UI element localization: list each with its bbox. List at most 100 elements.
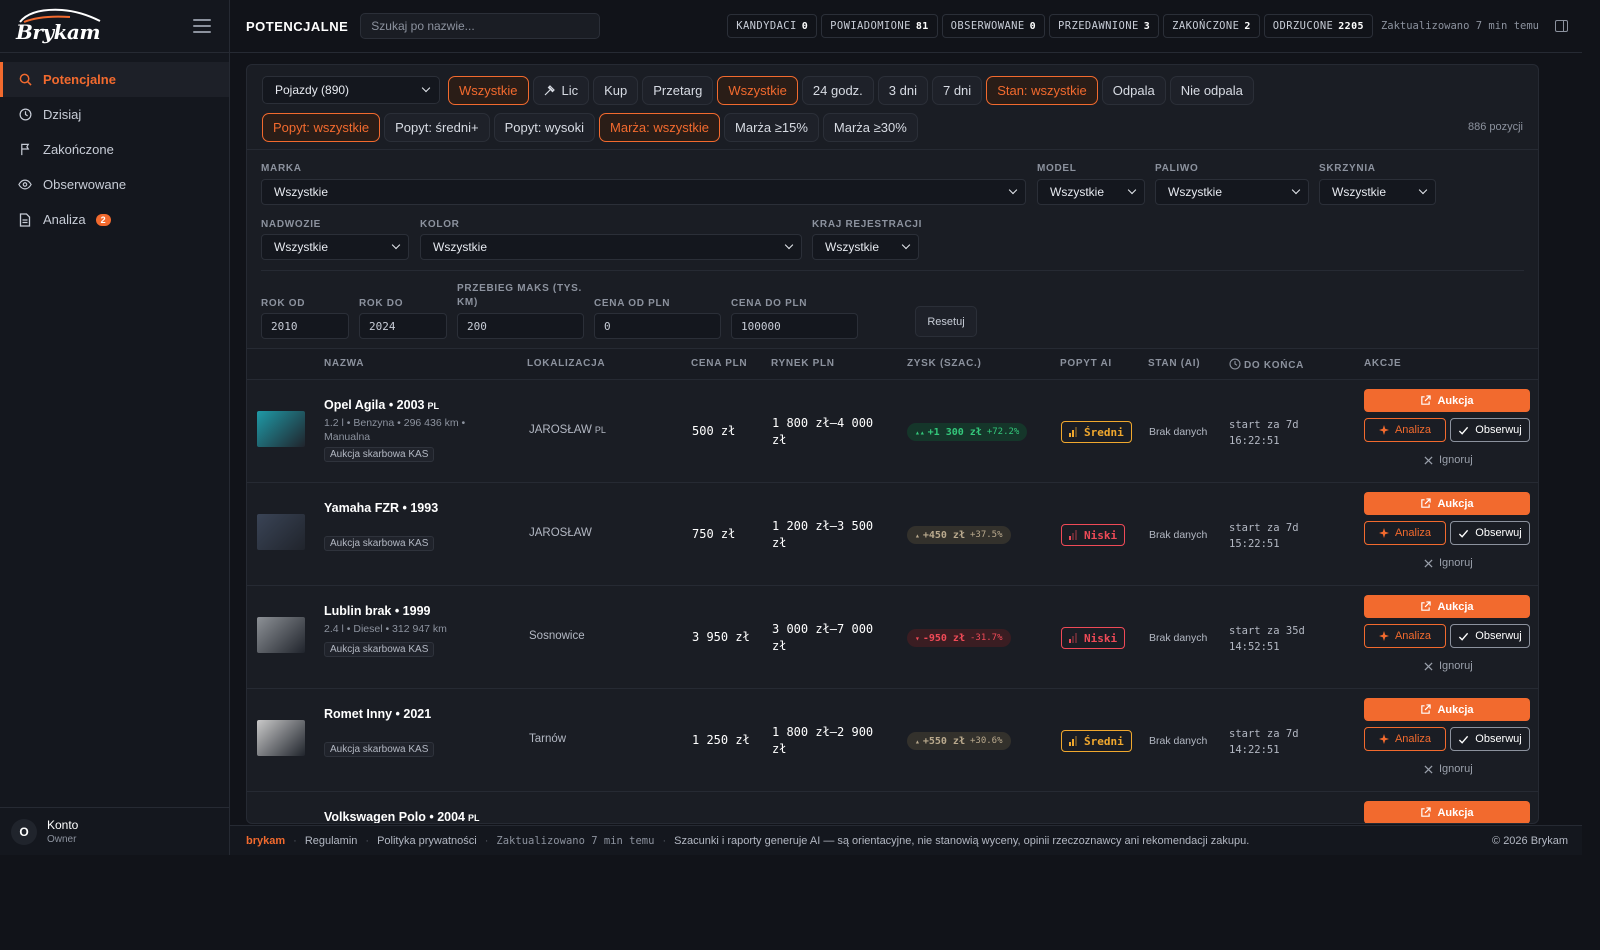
auction-button[interactable]: Aukcja	[1364, 595, 1530, 618]
stats-bar: KANDYDACI 0 POWIADOMIONE 81 OBSERWOWANE 0 PRZE…	[723, 14, 1373, 38]
filter-chip[interactable]: Lic	[532, 75, 590, 105]
column-header[interactable]: NAZWA	[324, 358, 364, 369]
observe-button[interactable]: Obserwuj	[1450, 418, 1530, 442]
column-header[interactable]: POPYT AI	[1060, 358, 1112, 369]
model-select[interactable]: Wszystkie	[1037, 179, 1145, 205]
close-icon	[1424, 455, 1433, 465]
kraj-select[interactable]: Wszystkie	[812, 234, 919, 260]
sidebar-item-analiza[interactable]: Analiza 2	[0, 202, 229, 237]
filter-chip[interactable]: Wszystkie	[448, 75, 529, 105]
column-header[interactable]: DO KOŃCA	[1229, 358, 1304, 371]
skrzynia-select[interactable]: Wszystkie	[1319, 179, 1436, 205]
column-header[interactable]: LOKALIZACJA	[527, 358, 605, 369]
stat-zakończone[interactable]: ZAKOŃCZONE 2	[1163, 14, 1260, 38]
terms-link[interactable]: Regulamin	[305, 835, 358, 847]
price: 500 zł	[692, 424, 736, 438]
ignore-button[interactable]: Ignoruj	[1424, 555, 1473, 571]
filter-chip[interactable]: Marża: wszystkie	[599, 112, 721, 142]
menu-toggle-icon[interactable]	[193, 19, 211, 33]
auction-button[interactable]: Aukcja	[1364, 389, 1530, 412]
stat-label: PRZEDAWNIONE	[1058, 20, 1139, 32]
table-row[interactable]: Romet Inny • 2021 Aukcja skarbowa KAS Tarn…	[247, 689, 1538, 792]
filter-chip[interactable]: Przetarg	[642, 75, 714, 105]
location: JAROSŁAW	[529, 527, 592, 539]
vehicle-name[interactable]: Opel Agila • 2003 PL	[324, 398, 439, 412]
cena-od-input[interactable]	[594, 313, 721, 339]
panel-toggle-icon[interactable]	[1555, 20, 1568, 32]
vehicle-thumbnail[interactable]	[257, 617, 305, 653]
observe-button[interactable]: Obserwuj	[1450, 521, 1530, 545]
time-remaining: start za 7d 14:22:51	[1229, 726, 1299, 758]
vehicle-name[interactable]: Volkswagen Polo • 2004 PL	[324, 810, 480, 823]
column-header[interactable]: ZYSK (SZAC.)	[907, 358, 982, 369]
rok-od-input[interactable]	[261, 313, 349, 339]
vehicle-thumbnail[interactable]	[257, 720, 305, 756]
column-header[interactable]: RYNEK PLN	[771, 358, 835, 369]
privacy-link[interactable]: Polityka prywatności	[377, 835, 477, 847]
filter-chip[interactable]: 3 dni	[877, 75, 928, 105]
filter-chip[interactable]: Popyt: wysoki	[493, 112, 596, 142]
table-row[interactable]: Opel Agila • 2003 PL 1.2 l • Benzyna • 296…	[247, 380, 1538, 483]
vehicle-thumbnail[interactable]	[257, 823, 305, 824]
stat-kandydaci[interactable]: KANDYDACI 0	[727, 14, 818, 38]
stat-obserwowane[interactable]: OBSERWOWANE 0	[941, 14, 1046, 38]
column-header[interactable]: AKCJE	[1364, 358, 1401, 369]
filter-chip[interactable]: Nie odpala	[1169, 75, 1254, 105]
account[interactable]: O Konto Owner	[0, 807, 229, 855]
search-input[interactable]	[360, 13, 601, 39]
filter-chip[interactable]: 7 dni	[931, 75, 983, 105]
sidebar-item-zakończone[interactable]: Zakończone	[0, 132, 229, 167]
table-row[interactable]: Yamaha FZR • 1993 Aukcja skarbowa KAS JARO…	[247, 483, 1538, 586]
column-header[interactable]: STAN (AI)	[1148, 358, 1200, 369]
vehicle-thumbnail[interactable]	[257, 514, 305, 550]
auction-button[interactable]: Aukcja	[1364, 698, 1530, 721]
filter-chip[interactable]: Popyt: średni+	[384, 112, 490, 142]
observe-button[interactable]: Obserwuj	[1450, 727, 1530, 751]
vehicle-name[interactable]: Yamaha FZR • 1993	[324, 501, 438, 515]
sidebar-item-dzisiaj[interactable]: Dzisiaj	[0, 97, 229, 132]
cena-do-input[interactable]	[731, 313, 858, 339]
stat-odrzucone[interactable]: ODRZUCONE 2205	[1263, 14, 1373, 38]
filter-chip[interactable]: Kup	[593, 75, 639, 105]
analysis-button[interactable]: Analiza	[1364, 727, 1446, 751]
ignore-button[interactable]: Ignoruj	[1424, 658, 1473, 674]
observe-button[interactable]: Obserwuj	[1450, 624, 1530, 648]
sidebar-item-potencjalne[interactable]: Potencjalne	[0, 62, 229, 97]
table-row[interactable]: Lublin brak • 1999 2.4 l • Diesel • 312 9…	[247, 586, 1538, 689]
ignore-button[interactable]: Ignoruj	[1424, 761, 1473, 777]
ignore-button[interactable]: Ignoruj	[1424, 452, 1473, 468]
filter-chip[interactable]: Odpala	[1101, 75, 1166, 105]
auction-button[interactable]: Aukcja	[1364, 801, 1530, 823]
auction-button[interactable]: Aukcja	[1364, 492, 1530, 515]
przebieg-input[interactable]	[457, 313, 584, 339]
kolor-select[interactable]: Wszystkie	[420, 234, 802, 260]
rok-do-input[interactable]	[359, 313, 447, 339]
filter-chip[interactable]: Wszystkie	[717, 75, 798, 105]
column-header[interactable]: CENA PLN	[691, 358, 747, 369]
logo[interactable]: Brykam	[14, 6, 101, 46]
vehicle-thumbnail[interactable]	[257, 411, 305, 447]
vehicle-name[interactable]: Romet Inny • 2021	[324, 707, 431, 721]
stat-powiadomione[interactable]: POWIADOMIONE 81	[821, 14, 938, 38]
reset-button[interactable]: Resetuj	[915, 306, 977, 337]
nadwozie-select[interactable]: Wszystkie	[261, 234, 409, 260]
analysis-button[interactable]: Analiza	[1364, 418, 1446, 442]
paliwo-select[interactable]: Wszystkie	[1155, 179, 1309, 205]
analysis-button[interactable]: Analiza	[1364, 624, 1446, 648]
profit-badge: ▴ +450 zł +37.5%	[907, 526, 1011, 544]
marka-select[interactable]: Wszystkie	[261, 179, 1026, 205]
filter-chip[interactable]: Stan: wszystkie	[986, 75, 1098, 105]
sidebar-item-obserwowane[interactable]: Obserwowane	[0, 167, 229, 202]
filter-chip[interactable]: Marża ≥30%	[822, 112, 918, 142]
filter-chip[interactable]: 24 godz.	[801, 75, 874, 105]
quick-filters: Pojazdy (890) Wszystkie Lic Kup Przetarg Wsz…	[247, 65, 1538, 142]
stat-label: OBSERWOWANE	[950, 20, 1025, 32]
stat-przedawnione[interactable]: PRZEDAWNIONE 3	[1049, 14, 1160, 38]
category-select[interactable]: Pojazdy (890)	[262, 76, 440, 104]
filter-chip[interactable]: Popyt: wszystkie	[262, 112, 381, 142]
table-row[interactable]: Volkswagen Polo • 2004 PL Aukcja	[247, 792, 1538, 824]
analysis-button[interactable]: Analiza	[1364, 521, 1446, 545]
filter-chip[interactable]: Marża ≥15%	[724, 112, 819, 142]
vehicle-name[interactable]: Lublin brak • 1999	[324, 604, 431, 618]
footer-brand[interactable]: brykam	[246, 835, 285, 847]
